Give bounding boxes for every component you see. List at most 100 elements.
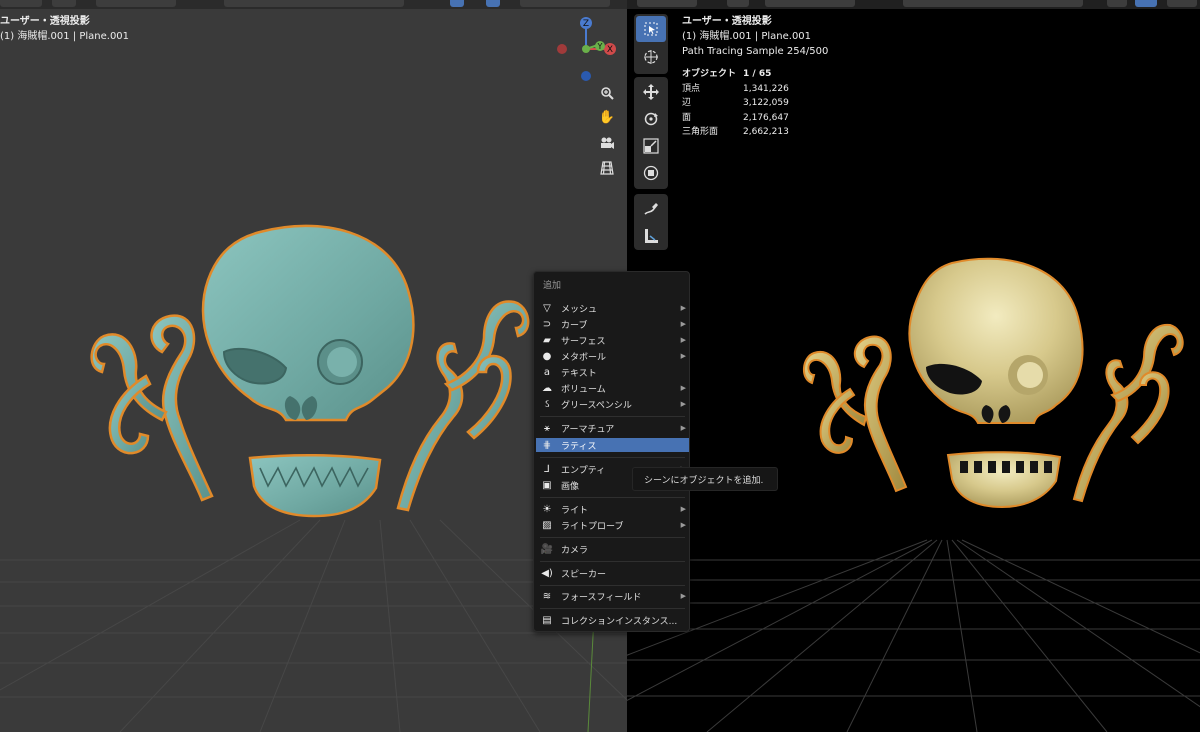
scene-statistics: オブジェクト 1 / 65 頂点 1,341,226 辺 3,122,059 面…: [682, 67, 789, 140]
submenu-arrow-icon: ▶: [680, 336, 686, 344]
stats-row: 辺 3,122,059: [682, 96, 789, 111]
menu-item-label: カーブ: [561, 320, 588, 331]
mesh-icon: ▽: [543, 302, 551, 314]
stat-value: 1,341,226: [743, 83, 789, 94]
skull-model-rendered[interactable]: [802, 255, 1200, 525]
stats-row: オブジェクト 1 / 65: [682, 67, 789, 82]
measure-icon[interactable]: [636, 223, 666, 249]
volume-icon: ☁: [542, 382, 552, 394]
empty-icon: ⅃: [544, 463, 550, 475]
toolbar-select-group: [634, 14, 668, 74]
menu-item-armature[interactable]: ⚹ アーマチュア ▶: [536, 421, 689, 435]
menu-item-surface[interactable]: ▰ サーフェス ▶: [536, 333, 689, 347]
force-field-icon: ≋: [542, 590, 552, 602]
stats-row: 三角形面 2,662,213: [682, 125, 789, 140]
stat-label: 辺: [682, 98, 692, 108]
grease-pencil-icon: ઽ: [544, 398, 550, 410]
submenu-arrow-icon: ▶: [680, 320, 686, 328]
menu-item-label: アーマチュア: [561, 424, 615, 435]
annotate-icon[interactable]: [636, 196, 666, 222]
active-object-label: (1) 海賊帽.001 | Plane.001: [682, 31, 812, 42]
menu-item-force-field[interactable]: ≋ フォースフィールド ▶: [536, 589, 689, 603]
menu-item-label: カメラ: [561, 545, 589, 556]
menu-separator: [540, 608, 685, 609]
pan-hand-icon[interactable]: ✋: [596, 106, 618, 128]
menu-item-mesh[interactable]: ▽ メッシュ ▶: [536, 301, 689, 315]
viewport-title: ユーザー・透視投影: [0, 16, 90, 27]
add-object-menu[interactable]: 追加 ▽ メッシュ ▶ ⊃ カーブ ▶ ▰ サーフェス ▶ ● メタボール ▶ …: [533, 271, 690, 632]
menu-item-speaker[interactable]: ◀) スピーカー: [536, 566, 689, 580]
select-box-icon[interactable]: [636, 16, 666, 42]
camera-icon: 🎥: [540, 543, 554, 555]
stat-value: 2,176,647: [743, 112, 789, 123]
tooltip-text: シーンにオブジェクトを追加.: [644, 475, 764, 486]
viewport-title: ユーザー・透視投影: [682, 16, 772, 27]
render-status: Path Tracing Sample 254/500: [682, 46, 829, 57]
stat-label: オブジェクト: [682, 69, 737, 79]
move-icon[interactable]: [636, 79, 666, 105]
stat-label: 面: [682, 112, 692, 123]
menu-item-label: ラティス: [561, 441, 597, 452]
submenu-arrow-icon: ▶: [680, 384, 686, 392]
submenu-arrow-icon: ▶: [680, 592, 686, 600]
menu-item-curve[interactable]: ⊃ カーブ ▶: [536, 317, 689, 331]
stat-value: 3,122,059: [743, 98, 789, 108]
submenu-arrow-icon: ▶: [680, 424, 686, 432]
submenu-arrow-icon: ▶: [680, 521, 686, 529]
menu-item-light[interactable]: ☀ ライト ▶: [536, 502, 689, 516]
menu-item-label: ライト: [561, 505, 589, 516]
menu-tooltip: シーンにオブジェクトを追加.: [632, 467, 778, 491]
menu-separator: [540, 537, 685, 538]
camera-view-icon[interactable]: [596, 132, 618, 154]
menu-item-metaball[interactable]: ● メタボール ▶: [536, 349, 689, 363]
menu-item-camera[interactable]: 🎥 カメラ: [536, 542, 689, 556]
menu-item-light-probe[interactable]: ▨ ライトプローブ ▶: [536, 518, 689, 532]
menu-item-lattice[interactable]: ⋕ ラティス: [536, 438, 689, 452]
menu-item-label: テキスト: [561, 368, 597, 379]
submenu-arrow-icon: ▶: [680, 400, 686, 408]
submenu-arrow-icon: ▶: [680, 505, 686, 513]
menu-item-label: 画像: [561, 481, 580, 492]
transform-icon[interactable]: [636, 160, 666, 186]
menu-item-label: スピーカー: [561, 569, 607, 580]
stat-value: 1 / 65: [743, 69, 772, 79]
stat-value: 2,662,213: [743, 127, 789, 137]
stats-row: 面 2,176,647: [682, 111, 789, 126]
menu-separator: [540, 457, 685, 458]
rotate-icon[interactable]: [636, 106, 666, 132]
speaker-icon: ◀): [541, 567, 553, 579]
light-icon: ☀: [542, 503, 552, 515]
cursor-icon[interactable]: [636, 44, 666, 70]
toolbar-transform-group: [634, 77, 668, 189]
stats-row: 頂点 1,341,226: [682, 82, 789, 97]
gizmo-z-label: Z: [583, 19, 589, 29]
lattice-icon: ⋕: [542, 439, 552, 451]
collection-icon: ▤: [542, 614, 552, 626]
metaball-icon: ●: [542, 350, 552, 362]
right-viewport[interactable]: ユーザー・透視投影 (1) 海賊帽.001 | Plane.001 Path T…: [627, 0, 1200, 732]
zoom-icon[interactable]: [596, 82, 618, 104]
menu-item-volume[interactable]: ☁ ボリューム ▶: [536, 381, 689, 395]
active-object-label: (1) 海賊帽.001 | Plane.001: [0, 31, 130, 42]
menu-item-label: メタボール: [561, 352, 607, 363]
menu-separator: [540, 561, 685, 562]
menu-item-label: ボリューム: [561, 384, 606, 395]
stat-label: 頂点: [682, 83, 701, 94]
menu-item-label: グリースペンシル: [561, 400, 632, 411]
menu-item-grease-pencil[interactable]: ઽ グリースペンシル ▶: [536, 397, 689, 411]
menu-item-text[interactable]: a テキスト: [536, 365, 689, 379]
menu-item-label: ライトプローブ: [561, 521, 624, 532]
scale-icon[interactable]: [636, 133, 666, 159]
menu-item-label: コレクションインスタンス...: [561, 616, 678, 627]
ortho-grid-icon[interactable]: [596, 157, 618, 179]
menu-separator: [540, 585, 685, 586]
menu-item-label: フォースフィールド: [561, 592, 642, 603]
image-icon: ▣: [542, 479, 552, 491]
menu-item-collection-instance[interactable]: ▤ コレクションインスタンス...: [536, 613, 689, 627]
gizmo-x-label: X: [607, 45, 613, 55]
menu-item-label: サーフェス: [561, 336, 606, 347]
skull-model-solid[interactable]: [90, 220, 540, 530]
menu-separator: [540, 497, 685, 498]
navigation-gizmo[interactable]: Z X Y: [554, 15, 620, 85]
surface-icon: ▰: [543, 334, 551, 346]
